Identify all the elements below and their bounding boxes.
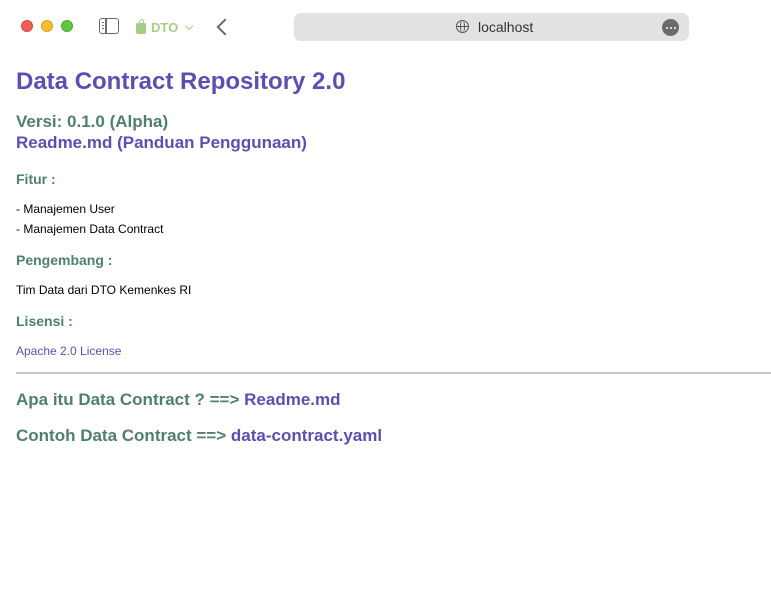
chevron-down-icon (184, 21, 194, 30)
features-heading: Fitur : (16, 171, 56, 187)
readme-link[interactable]: Readme.md (244, 390, 340, 409)
version-text: Versi: 0.1.0 (Alpha) (16, 112, 169, 131)
feature-item-data-contract-management: - Manajemen Data Contract (16, 222, 164, 236)
address-bar[interactable]: localhost (294, 13, 689, 41)
more-options-icon[interactable] (662, 19, 679, 36)
globe-icon (456, 20, 469, 33)
license-heading: Lisensi : (16, 313, 73, 329)
shopping-bag-icon (136, 19, 146, 34)
example-data-contract-label: Contoh Data Contract ==> (16, 426, 227, 445)
developer-text: Tim Data dari DTO Kemenkes RI (16, 283, 192, 297)
minimize-window-button[interactable] (41, 20, 53, 32)
divider (16, 372, 771, 374)
developer-heading: Pengembang : (16, 252, 113, 268)
close-window-button[interactable] (21, 20, 33, 32)
page-title: Data Contract Repository 2.0 (16, 68, 346, 95)
tab-group-label: DTO (151, 19, 179, 35)
feature-item-user-management: - Manajemen User (16, 202, 115, 216)
browser-toolbar: DTO localhost (0, 0, 771, 54)
data-contract-yaml-link[interactable]: data-contract.yaml (231, 426, 382, 445)
example-data-contract-row: Contoh Data Contract ==> data-contract.y… (16, 426, 382, 446)
license-link[interactable]: Apache 2.0 License (16, 344, 121, 358)
browser-window: DTO localhost Data Contract Repository 2… (0, 0, 771, 611)
sidebar-toggle-icon[interactable] (99, 18, 119, 34)
what-is-data-contract-row: Apa itu Data Contract ? ==> Readme.md (16, 390, 341, 410)
what-is-data-contract-label: Apa itu Data Contract ? ==> (16, 390, 240, 409)
back-button[interactable] (212, 17, 232, 37)
maximize-window-button[interactable] (61, 20, 73, 32)
address-text: localhost (478, 19, 534, 35)
tab-group-selector[interactable]: DTO (136, 18, 194, 36)
readme-guide-link[interactable]: Readme.md (Panduan Penggunaan) (16, 133, 307, 153)
